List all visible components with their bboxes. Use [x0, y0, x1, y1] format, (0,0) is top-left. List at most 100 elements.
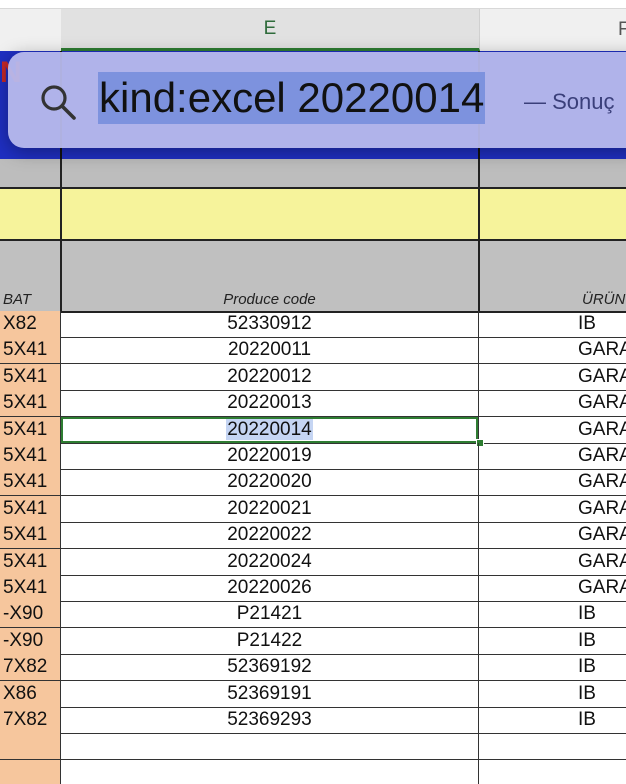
cell-f[interactable]: GARA — [480, 443, 626, 469]
cell-d[interactable] — [0, 733, 61, 760]
cell-d[interactable]: 5X41 — [0, 337, 61, 364]
header-label-produce-code: Produce code — [223, 291, 316, 308]
cell-produce-code-text: 20220012 — [227, 365, 312, 387]
cell-d[interactable]: 5X41 — [0, 575, 61, 601]
cell-f-text: GARA — [578, 365, 626, 387]
cell-produce-code[interactable]: 52369192 — [61, 654, 479, 681]
cell-produce-code[interactable]: P21422 — [61, 627, 479, 654]
cell-f[interactable]: GARA — [480, 549, 626, 575]
cell-produce-code-text: 20220019 — [227, 445, 312, 466]
cell-f[interactable]: IB — [480, 628, 626, 654]
table-row: 5X41 20220022 GARA — [0, 522, 626, 550]
table-row: 7X82 52369192 IB — [0, 654, 626, 682]
cell-produce-code-text: 20220026 — [227, 577, 312, 598]
cell-produce-code[interactable]: 20220026 — [61, 575, 479, 601]
cell-d[interactable]: 5X41 — [0, 363, 61, 390]
cell-d-text: 7X82 — [3, 656, 48, 678]
cell-produce-code[interactable]: 20220024 — [61, 548, 479, 575]
cell-d[interactable]: 5X41 — [0, 469, 61, 496]
cell-f[interactable]: IB — [480, 601, 626, 627]
spreadsheet: D E F N BAT Produce code ÜRÜN X825233091… — [0, 0, 626, 784]
cell-produce-code-text: 52369191 — [227, 682, 312, 704]
table-row: 5X41 20220013 GARA — [0, 390, 626, 418]
cell-f-text: GARA — [578, 577, 626, 598]
divider — [60, 159, 62, 311]
cell-f-text: IB — [578, 709, 596, 730]
spotlight-result-hint: — Sonuç — [524, 89, 615, 114]
cell-d[interactable]: 5X41 — [0, 416, 61, 443]
cell-produce-code-text: 52369293 — [227, 709, 312, 730]
cell-produce-code[interactable]: P21421 — [61, 601, 479, 628]
cell-f[interactable]: GARA — [480, 337, 626, 363]
cell-d[interactable]: 7X82 — [0, 654, 61, 681]
column-header-e-label: E — [263, 18, 277, 39]
table-row: 5X41 20220020 GARA — [0, 469, 626, 497]
cell-f[interactable]: GARA — [480, 417, 626, 443]
cell-f[interactable] — [480, 760, 626, 784]
cell-d[interactable]: 5X41 — [0, 495, 61, 522]
table-row: 5X41 20220011 GARA — [0, 337, 626, 365]
cell-f-text: IB — [578, 682, 596, 704]
cell-f[interactable]: IB — [480, 311, 626, 337]
cell-f[interactable]: IB — [480, 654, 626, 680]
cell-f[interactable]: GARA — [480, 364, 626, 390]
cell-f[interactable]: IB — [480, 681, 626, 707]
table-row: -X90 P21421 IB — [0, 601, 626, 629]
column-header-e[interactable]: E — [61, 9, 480, 51]
cell-f[interactable] — [480, 733, 626, 759]
column-header-bar: D E F — [0, 8, 626, 52]
cell-d-text: -X90 — [3, 603, 44, 625]
cell-f-text: GARA — [578, 550, 626, 572]
table-row: X82 52330912 IB — [0, 311, 626, 338]
cell-produce-code[interactable]: 20220012 — [61, 363, 479, 390]
table-row: 5X41 20220024 GARA — [0, 548, 626, 576]
column-header-f[interactable]: F — [480, 9, 626, 51]
spotlight-search-input[interactable]: kind:excel 20220014 — [98, 72, 486, 124]
cell-produce-code[interactable] — [61, 733, 479, 760]
cell-f[interactable]: IB — [480, 707, 626, 733]
cell-produce-code[interactable]: 20220011 — [61, 337, 479, 364]
table-row — [0, 733, 626, 761]
divider — [478, 159, 480, 311]
cell-d-text: 5X41 — [3, 445, 48, 466]
cell-d[interactable]: 5X41 — [0, 522, 61, 549]
cell-f[interactable]: GARA — [480, 469, 626, 495]
cell-produce-code[interactable]: 52369191 — [61, 680, 479, 707]
cell-produce-code[interactable] — [61, 759, 479, 784]
cell-d-text: 5X41 — [3, 577, 48, 598]
cell-d[interactable]: -X90 — [0, 627, 61, 654]
cell-produce-code[interactable]: 20220013 — [61, 390, 479, 417]
cell-produce-code-text: 52369192 — [227, 656, 312, 678]
column-header-d[interactable]: D — [0, 9, 62, 51]
spotlight-search-bar[interactable]: kind:excel 20220014 — Sonuç — [8, 52, 626, 148]
cell-f[interactable]: GARA — [480, 390, 626, 416]
selected-cell-outline — [61, 416, 478, 443]
cell-d[interactable]: X86 — [0, 680, 61, 707]
cell-d[interactable]: X82 — [0, 311, 61, 337]
cell-d-text: 5X41 — [3, 339, 48, 361]
cell-d[interactable]: 7X82 — [0, 707, 61, 733]
cell-produce-code[interactable]: 52369293 — [61, 707, 479, 733]
cell-d-text: 5X41 — [3, 365, 48, 387]
cell-f[interactable]: GARA — [480, 522, 626, 548]
cell-d-text: 5X41 — [3, 497, 48, 519]
cell-produce-code[interactable]: 20220021 — [61, 495, 479, 522]
header-label-f: ÜRÜN — [582, 291, 626, 308]
cell-d[interactable]: -X90 — [0, 601, 61, 628]
cell-f-text: IB — [578, 313, 596, 334]
cell-f-text: GARA — [578, 524, 626, 546]
cell-produce-code[interactable]: 20220022 — [61, 522, 479, 549]
cell-produce-code[interactable]: 52330912 — [61, 311, 479, 337]
cell-f-text: IB — [578, 629, 596, 651]
cell-f[interactable]: GARA — [480, 575, 626, 601]
cell-d[interactable]: 5X41 — [0, 548, 61, 575]
cell-produce-code[interactable]: 20220020 — [61, 469, 479, 496]
cell-d[interactable] — [0, 759, 61, 784]
cell-d[interactable]: 5X41 — [0, 443, 61, 469]
cell-d[interactable]: 5X41 — [0, 390, 61, 417]
cell-produce-code-text: 20220013 — [227, 392, 312, 414]
table-row: 7X82 52369293 IB — [0, 707, 626, 734]
cell-f[interactable]: GARA — [480, 496, 626, 522]
gray-band-row — [0, 159, 626, 189]
cell-produce-code[interactable]: 20220019 — [61, 443, 479, 469]
